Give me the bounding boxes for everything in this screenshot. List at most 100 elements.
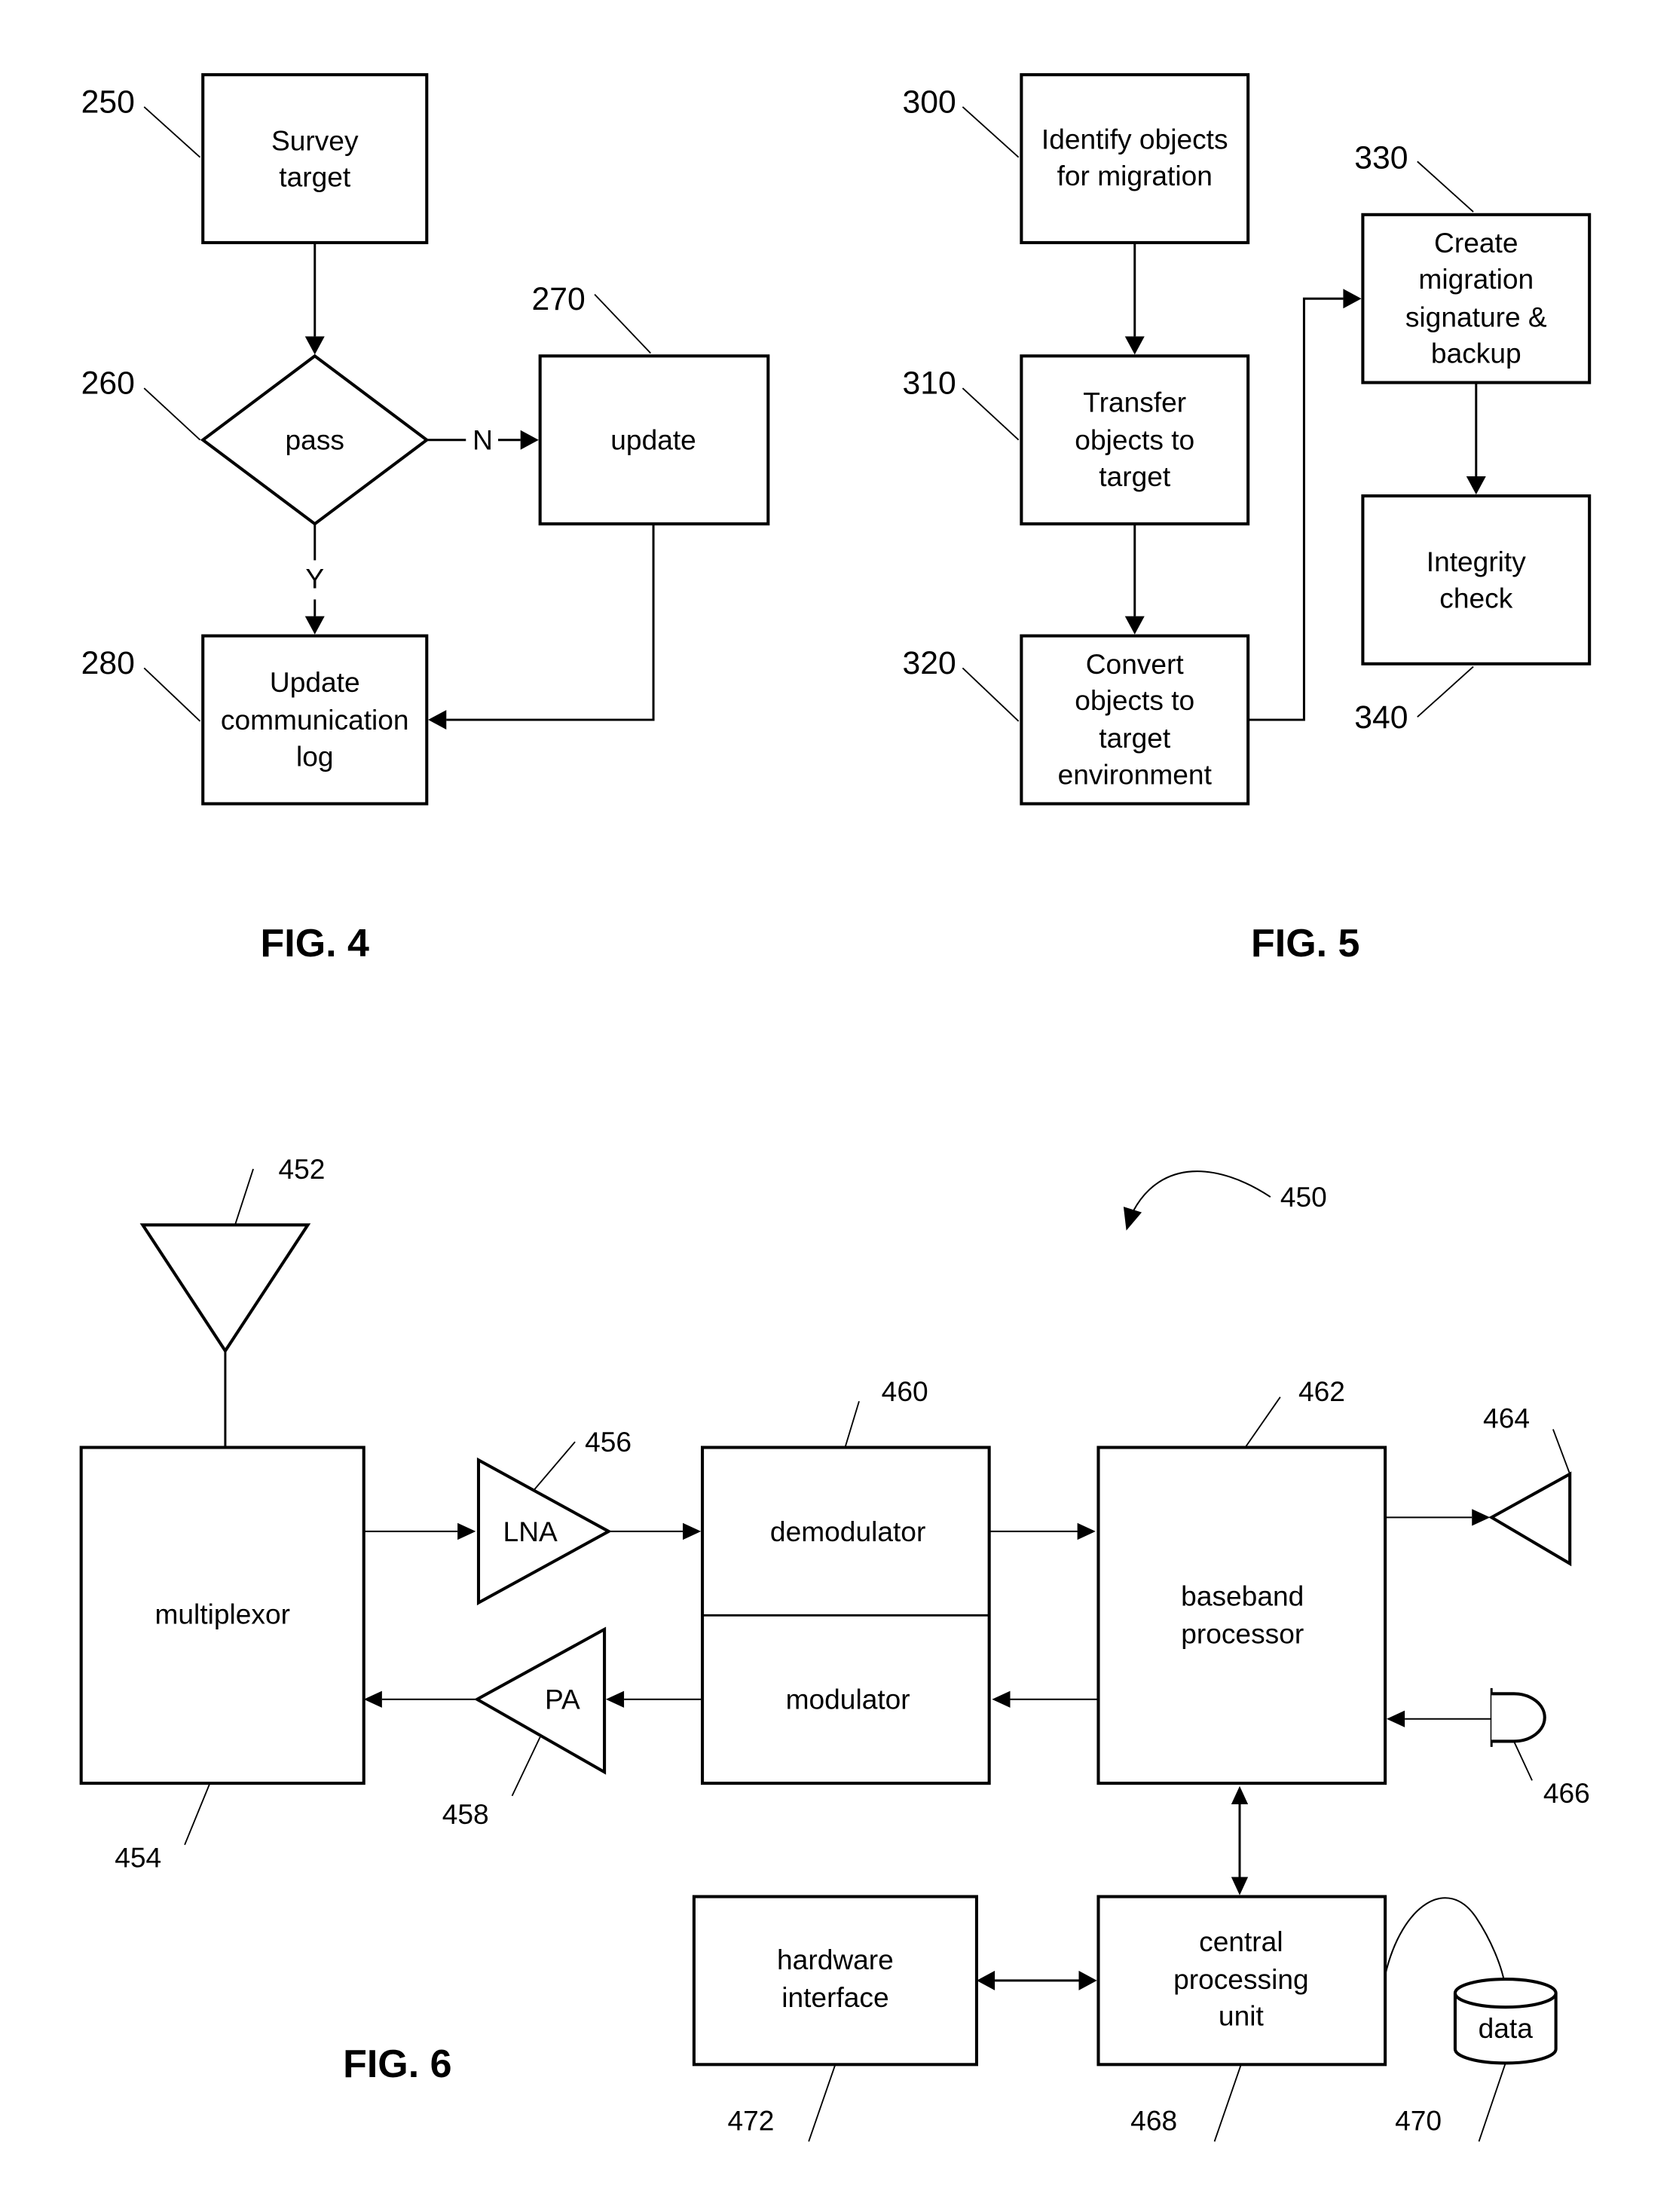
fig4-log-line2: communication	[221, 704, 409, 736]
fig4-survey-line1: Survey	[271, 124, 359, 156]
arrowhead-icon	[1124, 616, 1145, 635]
fig4-update-label: update	[610, 424, 696, 456]
speaker-icon	[1488, 1471, 1572, 1567]
fig5-transfer-line3: target	[1099, 460, 1171, 492]
fig6-ref-462: 462	[1298, 1375, 1345, 1407]
arrowhead-icon	[1123, 1207, 1142, 1231]
fig6-cpu-line3: unit	[1219, 1999, 1265, 2031]
fig5-identify-line1: Identify objects	[1041, 124, 1228, 155]
fig4-ref-270-leader	[594, 293, 652, 354]
fig6-hw-line1: hardware	[777, 1944, 894, 1975]
fig5-ref-310: 310	[903, 365, 956, 401]
pa-amplifier-icon	[473, 1626, 607, 1775]
fig6-ref-454: 454	[115, 1842, 161, 1874]
fig5-signature-line1: Create	[1434, 227, 1518, 259]
fig5-convert-line3: target	[1099, 722, 1171, 754]
fig6-ref-472-leader	[808, 2064, 836, 2142]
fig4-ref-280: 280	[81, 645, 135, 681]
fig5-ref-300: 300	[903, 84, 956, 120]
fig5-ref-340-leader	[1417, 665, 1474, 718]
arrowhead-icon	[992, 1690, 1011, 1708]
fig5-signature-line3: signature &	[1405, 301, 1547, 332]
fig6-ref-456-leader	[534, 1441, 576, 1490]
fig6-ref-460: 460	[882, 1375, 928, 1407]
fig4-yes-label: Y	[305, 563, 324, 595]
fig6-multiplexor-label: multiplexor	[154, 1598, 289, 1629]
fig6-ref-458-leader	[511, 1736, 541, 1797]
antenna-icon	[139, 1223, 311, 1354]
arrowhead-icon	[1078, 1970, 1097, 1990]
fig6-ref-452: 452	[278, 1153, 325, 1185]
fig5-identify-line2: for migration	[1057, 160, 1213, 191]
fig6-ref-454-leader	[184, 1782, 211, 1846]
fig6-system-pointer	[1133, 1170, 1271, 1212]
fig4-ref-260: 260	[81, 365, 135, 401]
fig6-ref-468: 468	[1130, 2105, 1177, 2137]
fig5-ref-330: 330	[1354, 140, 1408, 176]
fig6-hw-line2: interface	[781, 1981, 888, 2013]
fig6-ref-450: 450	[1280, 1181, 1327, 1213]
fig6-ref-470: 470	[1395, 2105, 1442, 2137]
fig4-survey-line2: target	[279, 161, 351, 193]
fig4-survey-target-box	[201, 73, 429, 244]
fig4-no-label: N	[473, 424, 493, 456]
fig6-hardware-interface-box	[692, 1895, 978, 2067]
fig4-arrow-update-to-log	[446, 524, 655, 721]
fig5-signature-line2: migration	[1418, 263, 1534, 295]
arrowhead-icon	[1472, 1509, 1491, 1526]
fig4-caption: FIG. 4	[261, 922, 369, 965]
fig6-ref-458: 458	[442, 1798, 489, 1830]
fig4: Survey target 250 pass 260 N update 270 …	[81, 73, 770, 965]
fig6-cpu-data-connector	[1384, 1897, 1506, 1990]
fig6-ref-452-leader	[234, 1168, 254, 1225]
fig5-ref-310-leader	[962, 387, 1020, 441]
arrowhead-icon	[683, 1522, 702, 1540]
fig6-caption: FIG. 6	[343, 2042, 451, 2086]
fig5-ref-320: 320	[903, 645, 956, 681]
fig5-ref-320-leader	[962, 667, 1020, 722]
fig5-signature-line4: backup	[1431, 338, 1521, 369]
fig5-ref-330-leader	[1417, 161, 1474, 213]
arrowhead-icon	[605, 1690, 625, 1708]
fig6-ref-464: 464	[1483, 1403, 1530, 1434]
arrowhead-icon	[304, 616, 325, 635]
fig4-log-line1: Update	[270, 666, 360, 698]
fig5-transfer-line1: Transfer	[1083, 387, 1186, 418]
arrowhead-icon	[304, 336, 325, 355]
microphone-icon	[1491, 1692, 1546, 1743]
fig5-convert-line2: objects to	[1075, 684, 1194, 716]
fig4-ref-270: 270	[532, 281, 586, 317]
fig4-pass-label: pass	[286, 424, 344, 456]
arrowhead-icon	[1386, 1710, 1405, 1727]
fig5-integrity-box	[1361, 494, 1592, 665]
fig5-caption: FIG. 5	[1251, 922, 1359, 965]
fig6-ref-466: 466	[1543, 1777, 1590, 1809]
fig5: Identify objects for migration 300 Trans…	[903, 73, 1592, 965]
fig5-identify-box	[1020, 73, 1250, 244]
arrowhead-icon	[428, 710, 447, 730]
fig6-demodulator-label: demodulator	[770, 1516, 925, 1547]
fig4-ref-250: 250	[81, 84, 135, 120]
fig6-ref-464-leader	[1552, 1429, 1571, 1475]
fig5-arrow-convert-to-signature	[1248, 297, 1344, 721]
arrowhead-icon	[1466, 476, 1486, 495]
fig6-ref-460-leader	[844, 1400, 860, 1448]
fig6: 450 452 multiplexor 454 LNA 456 PA 458 d…	[79, 1153, 1590, 2142]
fig6-baseband-processor-box	[1096, 1446, 1387, 1785]
fig5-integrity-line2: check	[1439, 583, 1512, 614]
arrowhead-icon	[457, 1522, 476, 1540]
arrowhead-icon	[1231, 1877, 1249, 1895]
fig6-data-label: data	[1479, 2012, 1534, 2044]
fig6-ref-462-leader	[1244, 1397, 1281, 1449]
fig6-lna-label: LNA	[503, 1516, 558, 1547]
fig4-ref-280-leader	[143, 667, 201, 722]
fig6-baseband-line2: processor	[1181, 1617, 1304, 1649]
fig6-ref-470-leader	[1478, 2063, 1506, 2142]
fig4-ref-260-leader	[143, 387, 201, 441]
arrowhead-icon	[1077, 1522, 1096, 1540]
fig6-pa-label: PA	[545, 1684, 580, 1715]
fig5-integrity-line1: Integrity	[1427, 546, 1526, 577]
arrowhead-icon	[520, 430, 539, 450]
fig4-ref-250-leader	[143, 106, 201, 158]
fig5-ref-340: 340	[1354, 699, 1408, 736]
